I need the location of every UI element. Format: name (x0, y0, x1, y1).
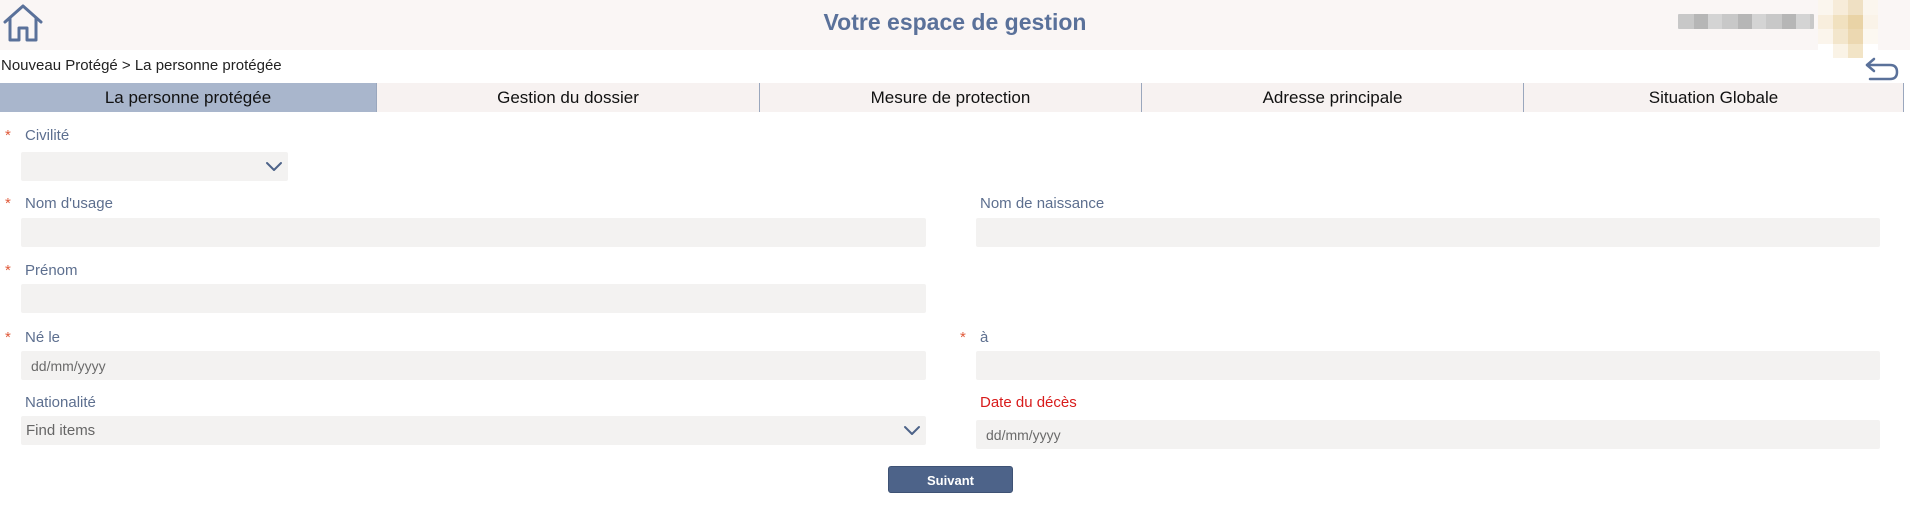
civilite-label: Civilité (25, 127, 70, 144)
ne-le-label: Né le (25, 329, 61, 346)
required-marker: * (5, 262, 11, 279)
nationalite-combobox[interactable]: Find items (21, 416, 926, 445)
breadcrumb: Nouveau Protégé > La personne protégée (1, 57, 282, 74)
tab-situation-globale[interactable]: Situation Globale (1524, 83, 1904, 112)
chevron-down-icon (904, 426, 920, 435)
lieu-input[interactable] (976, 351, 1880, 380)
top-header: Votre espace de gestion (0, 0, 1910, 58)
tab-adresse-principale[interactable]: Adresse principale (1142, 83, 1524, 112)
nom-naissance-field[interactable] (976, 218, 1880, 247)
nom-naissance-label: Nom de naissance (980, 195, 1105, 212)
date-deces-label: Date du décès (980, 394, 1077, 411)
prenom-input[interactable] (21, 284, 926, 313)
next-button[interactable]: Suivant (888, 466, 1013, 493)
date-deces-input[interactable] (976, 420, 1880, 449)
nationalite-label: Nationalité (25, 394, 96, 411)
tab-mesure-protection[interactable]: Mesure de protection (760, 83, 1142, 112)
nom-usage-input[interactable] (21, 218, 926, 247)
nom-naissance-input[interactable] (976, 218, 1880, 247)
tab-personne-protegee[interactable]: La personne protégée (0, 83, 377, 112)
back-button[interactable] (1864, 54, 1900, 84)
ne-le-input[interactable] (21, 351, 926, 380)
prenom-label: Prénom (25, 262, 78, 279)
chevron-down-icon (266, 162, 282, 171)
lieu-field[interactable] (976, 351, 1880, 380)
tab-bar: La personne protégée Gestion du dossier … (0, 83, 1904, 112)
prenom-field[interactable] (21, 284, 926, 313)
required-marker: * (5, 329, 11, 346)
avatar[interactable] (1818, 0, 1878, 58)
nationalite-placeholder: Find items (26, 422, 96, 439)
nom-usage-label: Nom d'usage (25, 195, 113, 212)
required-marker: * (5, 127, 11, 144)
required-marker: * (5, 195, 11, 212)
date-deces-field[interactable] (976, 420, 1880, 449)
lieu-label: à (980, 329, 989, 346)
required-marker: * (960, 329, 966, 346)
user-name-blurred (1678, 14, 1814, 29)
app-window: Votre espace de gestion Nouveau Protégé … (0, 0, 1910, 511)
ne-le-field[interactable] (21, 351, 926, 380)
civilite-select[interactable] (21, 152, 288, 181)
undo-arrow-icon (1865, 57, 1899, 81)
nom-usage-field[interactable] (21, 218, 926, 247)
page-title: Votre espace de gestion (823, 9, 1087, 35)
tab-gestion-dossier[interactable]: Gestion du dossier (377, 83, 760, 112)
